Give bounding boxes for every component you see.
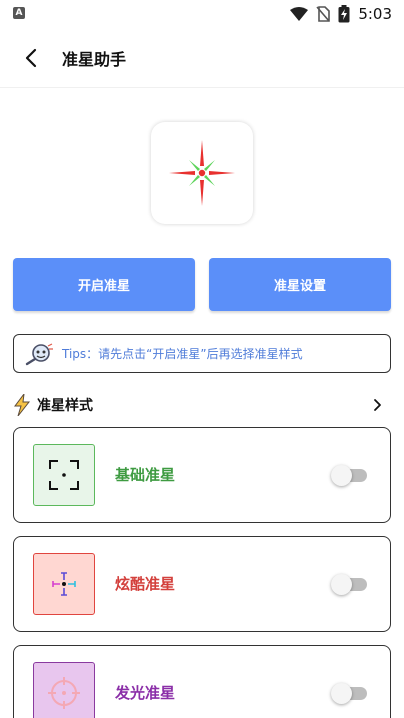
styles-section-header[interactable]: 准星样式 xyxy=(13,393,391,417)
section-title: 准星样式 xyxy=(37,398,93,414)
status-bar: A 5:03 xyxy=(0,0,404,28)
toggle-knob xyxy=(331,574,352,595)
style-card-basic[interactable]: 基础准星 xyxy=(13,427,391,523)
style-toggle-cool[interactable] xyxy=(331,573,367,595)
style-label: 基础准星 xyxy=(115,466,176,484)
back-arrow-icon[interactable] xyxy=(20,46,44,70)
no-sim-icon xyxy=(316,6,331,22)
basic-crosshair-icon xyxy=(49,460,79,490)
cool-crosshair-icon xyxy=(52,572,76,596)
battery-charging-icon xyxy=(338,5,350,23)
style-thumbnail xyxy=(33,444,95,506)
lightning-icon xyxy=(14,394,31,416)
style-thumbnail xyxy=(33,553,95,615)
crosshair-settings-button[interactable]: 准星设置 xyxy=(209,258,391,311)
tips-text: Tips：请先点击“开启准星”后再选择准星样式 xyxy=(62,347,303,361)
open-crosshair-button[interactable]: 开启准星 xyxy=(13,258,195,311)
style-label: 炫酷准星 xyxy=(115,575,176,593)
style-thumbnail xyxy=(33,662,95,718)
status-icons: 5:03 xyxy=(290,4,392,24)
magnifier-character-icon xyxy=(25,342,53,365)
style-card-glow[interactable]: 发光准星 xyxy=(13,645,391,718)
clock: 5:03 xyxy=(358,5,392,23)
crosshair-preview xyxy=(151,122,253,224)
wifi-icon xyxy=(290,7,309,21)
crosshair-preview-icon xyxy=(169,140,235,206)
chevron-right-icon[interactable] xyxy=(369,397,385,413)
style-toggle-glow[interactable] xyxy=(331,682,367,704)
app-header: 准星助手 xyxy=(0,28,404,88)
page-title: 准星助手 xyxy=(62,50,127,69)
notification-badge: A xyxy=(13,7,25,19)
glow-crosshair-icon xyxy=(48,677,80,709)
toggle-knob xyxy=(331,465,352,486)
toggle-knob xyxy=(331,683,352,704)
style-toggle-basic[interactable] xyxy=(331,464,367,486)
style-label: 发光准星 xyxy=(115,684,176,702)
tips-box: Tips：请先点击“开启准星”后再选择准星样式 xyxy=(13,334,391,373)
style-card-cool[interactable]: 炫酷准星 xyxy=(13,536,391,632)
